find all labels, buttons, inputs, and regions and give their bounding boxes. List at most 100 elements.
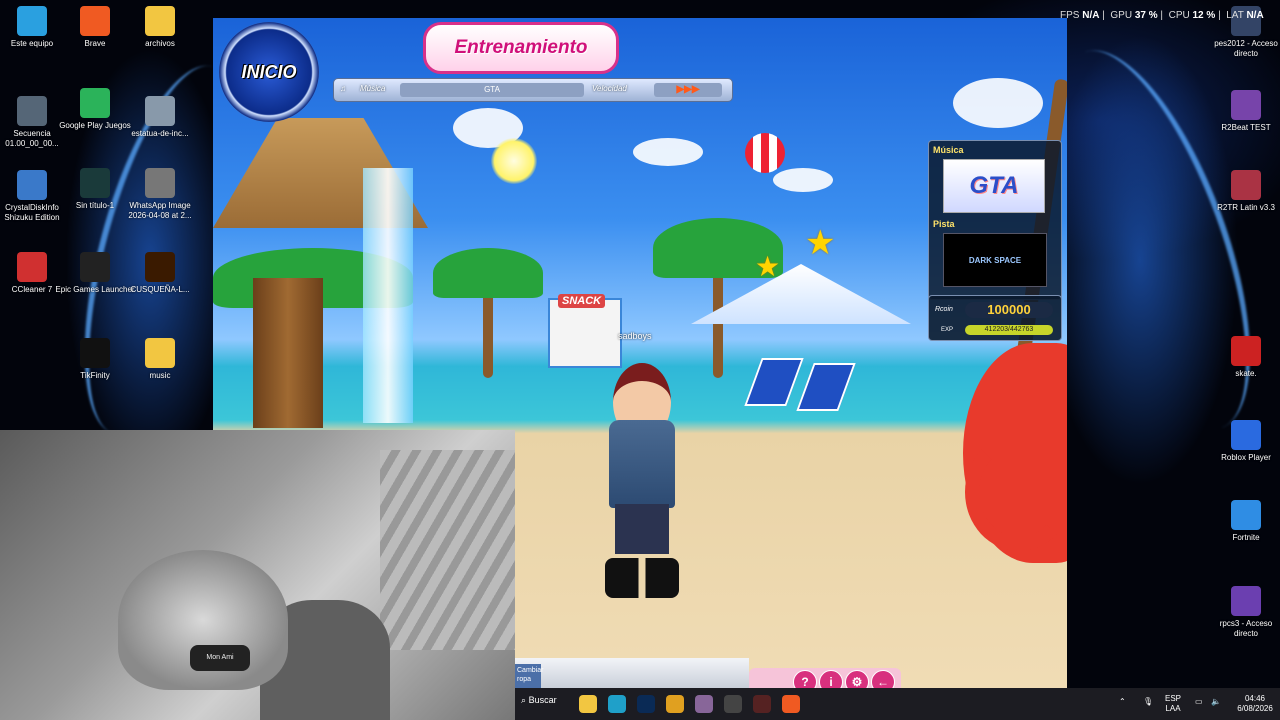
song-selector[interactable]: GTA: [400, 83, 584, 97]
desktop-icon[interactable]: R2TR Latin v3.3: [1208, 170, 1280, 213]
taskbar-app-brave-icon[interactable]: [782, 695, 800, 713]
desktop-icon-image: [17, 252, 47, 282]
desktop-icon-label: rpcs3 - Acceso directo: [1219, 619, 1273, 638]
game-action-button[interactable]: ⚙: [845, 670, 869, 688]
song-info-panel: Música GTA Pista DARK SPACE: [928, 140, 1062, 300]
currency-panel: Rcoin 100000 EXP 412203/442763: [928, 295, 1062, 341]
desktop-icon[interactable]: rpcs3 - Acceso directo: [1208, 586, 1280, 639]
network-icon[interactable]: ▭: [1195, 697, 1203, 707]
desktop-icon-image: [1231, 420, 1261, 450]
desktop-icon-label: Secuencia 01.00_00_00...: [5, 129, 59, 148]
language-indicator[interactable]: ESP LAA: [1165, 694, 1181, 714]
desktop-icon-image: [145, 6, 175, 36]
inicio-label: INICIO: [241, 61, 297, 82]
desktop-icon-image: [145, 96, 175, 126]
desktop-icon-image: [17, 6, 47, 36]
taskbar-app-game-icon[interactable]: [695, 695, 713, 713]
search-label: Buscar: [528, 695, 557, 705]
rcoin-value: 100000: [965, 302, 1053, 318]
taskbar-search[interactable]: ⌕ Buscar: [521, 695, 557, 706]
desktop-icon-label: archivos: [145, 39, 175, 48]
performance-overlay: FPS N/A | GPU 37 % | CPU 12 % | LAT N/A: [1060, 10, 1264, 21]
taskbar-app-photoshop-icon[interactable]: [637, 695, 655, 713]
game-action-button[interactable]: i: [819, 670, 843, 688]
webcam-blanket: [380, 450, 515, 650]
mode-title-text: Entrenamiento: [454, 37, 588, 58]
clock[interactable]: 04:46 6/08/2026: [1230, 694, 1280, 714]
desktop-icon-image: [17, 170, 47, 200]
gpu-label: GPU: [1110, 10, 1133, 21]
player-character-body: [609, 420, 675, 508]
sun: [491, 138, 537, 184]
game-action-button[interactable]: ←: [871, 670, 895, 688]
clock-time: 04:46: [1244, 694, 1266, 703]
clock-date: 6/08/2026: [1237, 704, 1273, 713]
song-cover-text: GTA: [969, 172, 1019, 199]
language-bottom: LAA: [1165, 704, 1181, 713]
speed-selector[interactable]: ▶▶▶: [654, 83, 722, 97]
desktop-icon-image: [145, 168, 175, 198]
mode-title: Entrenamiento: [423, 22, 619, 74]
waterfall: [363, 168, 413, 423]
beach-chair: [796, 363, 856, 411]
game-action-button[interactable]: ?: [793, 670, 817, 688]
bottom-bar: [515, 658, 749, 688]
desktop-icon-label: Roblox Player: [1221, 453, 1271, 462]
desktop-icon[interactable]: estatua-de-inc...: [120, 96, 200, 139]
lat-value: N/A: [1246, 10, 1264, 21]
change-clothes-button[interactable]: Cambiar ropa: [515, 664, 543, 688]
snack-sign: SNACK: [558, 294, 606, 308]
desktop-icon[interactable]: music: [120, 338, 200, 381]
volume-icon[interactable]: 🔈: [1211, 697, 1221, 707]
webcam-feed: Mon Ami: [0, 430, 515, 720]
desktop-icon-image: [17, 96, 47, 126]
desktop-icon-label: WhatsApp Image 2026-04-08 at 2...: [128, 201, 192, 220]
desktop-icon-image: [1231, 500, 1261, 530]
track-name: DARK SPACE: [943, 233, 1047, 287]
desktop-icon-label: R2Beat TEST: [1221, 123, 1271, 132]
song-cover: GTA: [943, 159, 1045, 213]
music-heading: Música: [933, 145, 964, 155]
palm-tree: [433, 248, 543, 298]
exp-label: EXP: [941, 327, 954, 333]
player-character-feet: [605, 558, 679, 598]
track-heading: Pista: [933, 219, 955, 229]
desktop-icon[interactable]: Roblox Player: [1208, 420, 1280, 463]
desktop-icon-label: CUSQUEÑA-L...: [130, 285, 190, 294]
gpu-value: 37 %: [1134, 10, 1158, 21]
desktop-icon-label: Fortnite: [1232, 533, 1260, 542]
lat-label: LAT: [1226, 10, 1244, 21]
music-label: Música: [360, 84, 386, 93]
taskbar: ⌕ Buscar ⌃ 🎙 ESP LAA ▭ 🔈 04:46 6/08/2026: [515, 688, 1280, 720]
beach-chair: [744, 358, 804, 406]
desktop-icon[interactable]: Fortnite: [1208, 500, 1280, 543]
desktop-icon-label: estatua-de-inc...: [131, 129, 189, 138]
taskbar-app-chrome-icon[interactable]: [666, 695, 684, 713]
rcoin-label: Rcoin: [935, 306, 953, 313]
taskbar-app-edge-icon[interactable]: [608, 695, 626, 713]
player-character-legs: [615, 504, 669, 554]
desktop-icon[interactable]: R2Beat TEST: [1208, 90, 1280, 133]
music-bar: ♫ Música GTA Velocidad ▶▶▶: [333, 78, 733, 102]
microphone-icon[interactable]: 🎙: [1143, 697, 1153, 707]
desktop-icon[interactable]: skate.: [1208, 336, 1280, 379]
inicio-button[interactable]: INICIO: [219, 22, 319, 122]
taskbar-app-file-explorer-icon[interactable]: [579, 695, 597, 713]
desktop-icon[interactable]: CUSQUEÑA-L...: [120, 252, 200, 295]
desktop-icon[interactable]: WhatsApp Image 2026-04-08 at 2...: [120, 168, 200, 221]
octopus-tentacle: [965, 433, 1067, 551]
exp-value: 412203/442763: [965, 325, 1053, 335]
search-icon: ⌕: [521, 695, 527, 705]
desktop-icon-image: [80, 252, 110, 282]
cloud: [773, 168, 833, 192]
cpu-value: 12 %: [1192, 10, 1216, 21]
chevron-up-icon[interactable]: ⌃: [1119, 697, 1126, 707]
taskbar-app-obs-icon[interactable]: [724, 695, 742, 713]
taskbar-app-app-icon[interactable]: [753, 695, 771, 713]
desktop-icon-image: [1231, 170, 1261, 200]
cloud: [953, 78, 1043, 128]
hut-post: [253, 278, 323, 428]
desktop-icon-image: [80, 88, 110, 118]
cloud: [633, 138, 703, 166]
desktop-icon[interactable]: archivos: [120, 6, 200, 49]
